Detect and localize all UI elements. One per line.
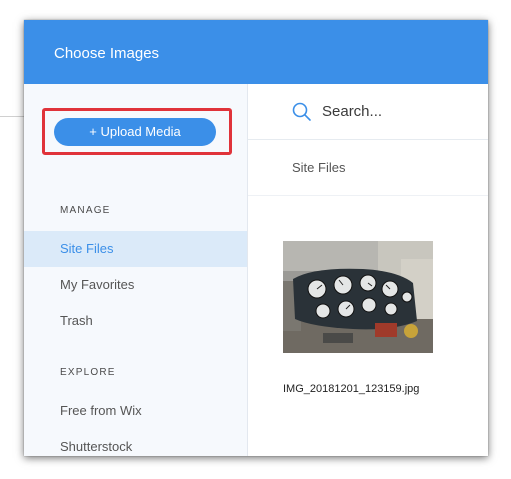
choose-images-dialog: Choose Images + Upload Media MANAGE Site… [24, 20, 488, 456]
sidebar-item-shutterstock[interactable]: Shutterstock [24, 429, 247, 456]
background-divider [0, 116, 24, 117]
dialog-title: Choose Images [54, 45, 160, 62]
upload-media-button[interactable]: + Upload Media [54, 118, 216, 146]
section-label-manage: MANAGE [60, 205, 111, 216]
aircraft-instrument-panel-photo [283, 241, 433, 353]
file-name: IMG_20181201_123159.jpg [283, 383, 420, 395]
sidebar-item-free-from-wix[interactable]: Free from Wix [24, 393, 247, 429]
sidebar-item-site-files[interactable]: Site Files [24, 231, 247, 267]
sidebar-item-trash[interactable]: Trash [24, 303, 247, 339]
breadcrumb: Site Files [248, 140, 488, 196]
search-bar [248, 84, 488, 140]
search-input[interactable] [322, 98, 472, 124]
search-icon[interactable] [292, 102, 312, 122]
sidebar-item-my-favorites[interactable]: My Favorites [24, 267, 247, 303]
section-label-explore: EXPLORE [60, 367, 116, 378]
file-thumbnail[interactable] [283, 241, 433, 353]
breadcrumb-site-files[interactable]: Site Files [292, 160, 345, 175]
dialog-header: Choose Images [24, 20, 488, 84]
sidebar: + Upload Media MANAGE Site Files My Favo… [24, 84, 248, 456]
